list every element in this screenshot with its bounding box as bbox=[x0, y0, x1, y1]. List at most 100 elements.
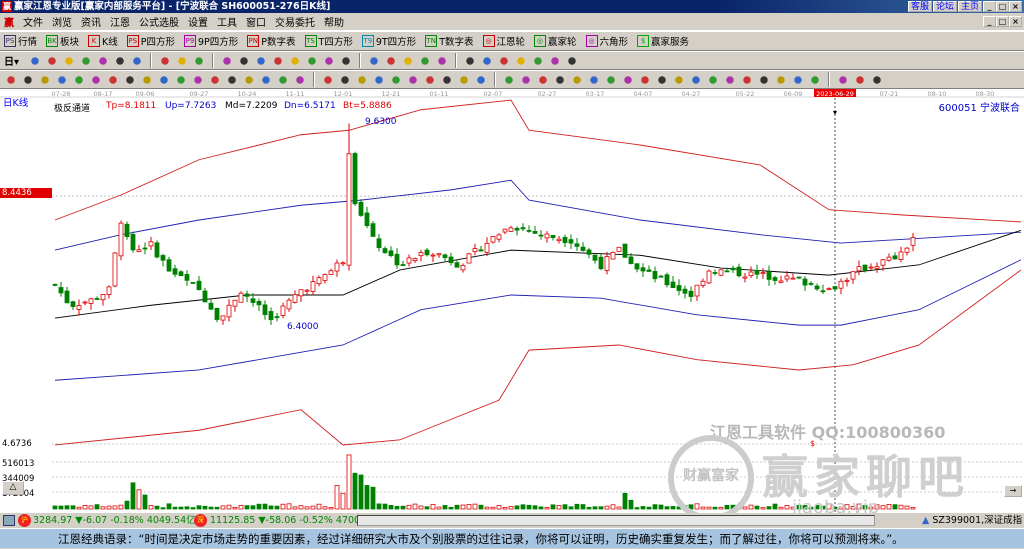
tool-icon[interactable] bbox=[237, 53, 252, 68]
tool-icon[interactable] bbox=[548, 53, 563, 68]
tool-icon[interactable] bbox=[355, 72, 369, 87]
tool-icon[interactable] bbox=[55, 72, 69, 87]
tool-icon[interactable] bbox=[406, 72, 420, 87]
toolbar-item-0[interactable]: PS 行情 bbox=[4, 34, 37, 48]
menu-formula[interactable]: 公式选股 bbox=[139, 14, 179, 29]
tool-icon[interactable] bbox=[463, 53, 478, 68]
toolbar-item-7[interactable]: T9 9T四方形 bbox=[361, 34, 416, 48]
tool-icon[interactable] bbox=[28, 53, 43, 68]
toolbar-item-9[interactable]: ◎ 江恩轮 bbox=[482, 34, 525, 48]
menu-news[interactable]: 资讯 bbox=[81, 14, 101, 29]
tool-icon[interactable] bbox=[723, 72, 737, 87]
forum-link[interactable]: 论坛 bbox=[933, 1, 958, 12]
child-close-button[interactable]: × bbox=[1009, 16, 1022, 27]
menu-gann[interactable]: 江恩 bbox=[110, 14, 130, 29]
tool-icon[interactable] bbox=[276, 72, 290, 87]
tool-icon[interactable] bbox=[79, 53, 94, 68]
tool-icon[interactable] bbox=[502, 72, 516, 87]
tool-icon[interactable] bbox=[774, 72, 788, 87]
tool-icon[interactable] bbox=[38, 72, 52, 87]
tool-icon[interactable] bbox=[474, 72, 488, 87]
tool-icon[interactable] bbox=[123, 72, 137, 87]
menu-browse[interactable]: 浏览 bbox=[52, 14, 72, 29]
tool-icon[interactable] bbox=[259, 72, 273, 87]
toolbar-item-1[interactable]: BK 板块 bbox=[46, 34, 79, 48]
tool-icon[interactable] bbox=[423, 72, 437, 87]
tool-icon[interactable] bbox=[62, 53, 77, 68]
menu-file[interactable]: 文件 bbox=[23, 14, 43, 29]
tool-icon[interactable] bbox=[157, 72, 171, 87]
tool-icon[interactable] bbox=[367, 53, 382, 68]
tool-icon[interactable] bbox=[757, 72, 771, 87]
tool-icon[interactable] bbox=[338, 72, 352, 87]
tool-icon[interactable] bbox=[435, 53, 450, 68]
tool-icon[interactable] bbox=[553, 72, 567, 87]
tool-icon[interactable] bbox=[791, 72, 805, 87]
close-button[interactable]: × bbox=[1009, 1, 1022, 12]
tool-icon[interactable] bbox=[440, 72, 454, 87]
tool-icon[interactable] bbox=[808, 72, 822, 87]
toolbar-item-4[interactable]: P9 9P四方形 bbox=[184, 34, 238, 48]
tool-icon[interactable] bbox=[242, 72, 256, 87]
tool-icon[interactable] bbox=[191, 72, 205, 87]
tool-icon[interactable] bbox=[293, 72, 307, 87]
tool-icon[interactable] bbox=[113, 53, 128, 68]
horizontal-scrollbar[interactable] bbox=[357, 515, 875, 526]
tool-icon[interactable] bbox=[457, 72, 471, 87]
tool-icon[interactable] bbox=[89, 72, 103, 87]
tool-icon[interactable] bbox=[175, 53, 190, 68]
toolbar-item-11[interactable]: ◎ 六角形 bbox=[585, 34, 628, 48]
tool-icon[interactable] bbox=[372, 72, 386, 87]
kline-chart[interactable]: 07-28 08-17 09-06 09-27 10-24 11-11 12-01 12-21… bbox=[0, 89, 1024, 513]
tool-icon[interactable] bbox=[497, 53, 512, 68]
menu-trade[interactable]: 交易委托 bbox=[275, 14, 315, 29]
tool-icon[interactable] bbox=[418, 53, 433, 68]
menu-help[interactable]: 帮助 bbox=[324, 14, 344, 29]
tool-icon[interactable] bbox=[339, 53, 354, 68]
tool-icon[interactable] bbox=[220, 53, 235, 68]
menu-tools[interactable]: 工具 bbox=[217, 14, 237, 29]
tool-icon[interactable] bbox=[870, 72, 884, 87]
tool-icon[interactable] bbox=[21, 72, 35, 87]
tool-icon[interactable] bbox=[587, 72, 601, 87]
tool-icon[interactable] bbox=[305, 53, 320, 68]
toolbar-item-2[interactable]: K K线 bbox=[88, 34, 118, 48]
tool-icon[interactable] bbox=[271, 53, 286, 68]
tool-icon[interactable] bbox=[706, 72, 720, 87]
tool-icon[interactable] bbox=[288, 53, 303, 68]
tool-icon[interactable] bbox=[531, 53, 546, 68]
tool-icon[interactable] bbox=[384, 53, 399, 68]
minimize-button[interactable]: _ bbox=[983, 1, 996, 12]
expand-button[interactable]: △ bbox=[2, 481, 24, 495]
calculator-icon[interactable] bbox=[3, 515, 15, 526]
maximize-button[interactable]: □ bbox=[996, 1, 1009, 12]
tool-icon[interactable] bbox=[321, 72, 335, 87]
tool-icon[interactable] bbox=[322, 53, 337, 68]
tool-icon[interactable] bbox=[836, 72, 850, 87]
tool-icon[interactable] bbox=[565, 53, 580, 68]
toolbar-item-12[interactable]: $ 赢家服务 bbox=[637, 34, 689, 48]
scroll-right-button[interactable]: → bbox=[1004, 485, 1022, 497]
tool-icon[interactable] bbox=[130, 53, 145, 68]
tool-icon[interactable] bbox=[672, 72, 686, 87]
tool-icon[interactable] bbox=[72, 72, 86, 87]
index-selector[interactable]: ▲ SZ399001,深证成指 bbox=[922, 513, 1022, 528]
tool-icon[interactable] bbox=[536, 72, 550, 87]
tool-icon[interactable] bbox=[208, 72, 222, 87]
tool-icon[interactable] bbox=[621, 72, 635, 87]
tool-icon[interactable] bbox=[401, 53, 416, 68]
tool-icon[interactable] bbox=[689, 72, 703, 87]
service-link[interactable]: 客服 bbox=[908, 1, 933, 12]
home-link[interactable]: 主页 bbox=[958, 1, 983, 12]
tool-icon[interactable] bbox=[106, 72, 120, 87]
tool-icon[interactable] bbox=[514, 53, 529, 68]
tool-icon[interactable] bbox=[158, 53, 173, 68]
tool-icon[interactable] bbox=[853, 72, 867, 87]
tool-icon[interactable] bbox=[740, 72, 754, 87]
tool-icon[interactable] bbox=[519, 72, 533, 87]
toolbar-item-10[interactable]: ◎ 赢家轮 bbox=[534, 34, 577, 48]
tool-icon[interactable] bbox=[96, 53, 111, 68]
tool-icon[interactable] bbox=[254, 53, 269, 68]
toolbar-item-8[interactable]: TN T数字表 bbox=[425, 34, 474, 48]
menu-window[interactable]: 窗口 bbox=[246, 14, 266, 29]
